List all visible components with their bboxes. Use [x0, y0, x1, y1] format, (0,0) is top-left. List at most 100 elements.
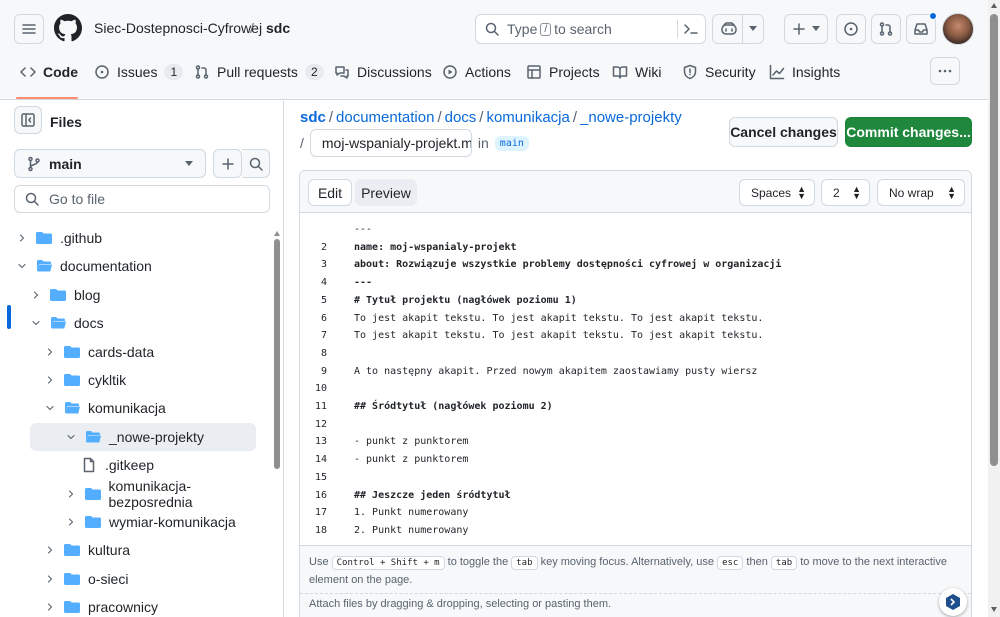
indent-mode-select[interactable]: Spaces ▲ ▼: [739, 179, 815, 206]
page-scrollbar-thumb[interactable]: [990, 14, 998, 466]
code-line[interactable]: 2. Punkt numerowany: [354, 525, 468, 536]
code-line[interactable]: A to następny akapit. Przed nowym akapit…: [354, 366, 757, 377]
scroll-up-icon[interactable]: [991, 3, 997, 8]
tree-item[interactable]: documentation: [0, 252, 270, 280]
kebab-horizontal-icon: [938, 69, 952, 73]
tab-edit[interactable]: Edit: [308, 179, 352, 206]
chevron-right-icon[interactable]: [42, 599, 58, 615]
breadcrumb-documentation[interactable]: documentation: [336, 109, 434, 126]
line-number: 3: [320, 259, 327, 271]
tree-item[interactable]: komunikacja-bezposrednia: [0, 478, 270, 510]
code-line[interactable]: To jest akapit tekstu. To jest akapit te…: [354, 330, 763, 341]
attach-files-area[interactable]: Attach files by dragging & dropping, sel…: [300, 593, 971, 617]
indent-size-value: 2: [833, 185, 840, 200]
tree-item[interactable]: blog: [0, 281, 270, 309]
inbox-button[interactable]: [906, 12, 937, 44]
tree-item[interactable]: .gitkeep: [0, 451, 270, 479]
chevron-right-icon[interactable]: [42, 344, 58, 360]
line-number: 12: [314, 418, 327, 430]
code-line[interactable]: - punkt z punktorem: [354, 454, 468, 465]
tree-item[interactable]: cards-data: [0, 338, 270, 366]
pull-requests-button[interactable]: [871, 14, 901, 44]
search-icon: [485, 22, 499, 36]
scroll-up-icon[interactable]: [274, 231, 280, 236]
chevron-down-icon[interactable]: [14, 258, 30, 274]
tab-issues[interactable]: Issues 1: [92, 56, 185, 88]
command-palette-icon[interactable]: [683, 21, 699, 37]
github-logo-icon[interactable]: [54, 14, 82, 42]
chevron-down-icon[interactable]: [63, 429, 79, 445]
add-file-button[interactable]: [213, 149, 242, 178]
filename-input[interactable]: moj-wspanialy-projekt.md: [309, 129, 472, 157]
wrap-mode-select[interactable]: No wrap ▲ ▼: [877, 179, 965, 206]
tree-item[interactable]: _nowe-projekty: [30, 422, 256, 451]
copilot-button[interactable]: [712, 14, 764, 44]
tab-wiki[interactable]: Wiki: [610, 56, 663, 88]
chevron-right-icon[interactable]: [63, 514, 79, 530]
tab-discussions[interactable]: Discussions: [332, 56, 434, 88]
issues-button[interactable]: [836, 14, 866, 44]
chevron-down-icon[interactable]: [28, 315, 44, 331]
help-text: Use: [309, 556, 329, 568]
collapse-sidebar-button[interactable]: [14, 106, 42, 134]
chevron-down-icon: [748, 26, 757, 31]
search-files-button[interactable]: [242, 149, 270, 178]
chevron-right-icon[interactable]: [63, 486, 79, 502]
folder-open-icon: [36, 258, 52, 274]
code-line[interactable]: 1. Punkt numerowany: [354, 507, 468, 518]
create-new-button[interactable]: [784, 14, 828, 44]
cancel-changes-button[interactable]: Cancel changes: [729, 117, 838, 147]
tree-item[interactable]: docs: [0, 309, 270, 337]
breadcrumb-repo[interactable]: sdc: [300, 109, 326, 126]
code-line[interactable]: name: moj-wspanialy-projekt: [354, 242, 517, 253]
commit-changes-button[interactable]: Commit changes...: [845, 117, 972, 147]
folder-open-icon: [64, 400, 80, 416]
code-line[interactable]: # Tytuł projektu (nagłówek poziomu 1): [354, 295, 577, 306]
org-link[interactable]: Siec-Dostepnosci-Cyfrowej: [94, 20, 262, 36]
tab-code[interactable]: Code: [18, 56, 80, 88]
breadcrumb-nowe-projekty[interactable]: _nowe-projekty: [580, 109, 682, 126]
code-line[interactable]: about: Rozwiązuje wszystkie problemy dos…: [354, 259, 781, 270]
tree-item[interactable]: komunikacja: [0, 394, 270, 422]
tree-item[interactable]: cykltik: [0, 366, 270, 394]
tree-item[interactable]: o-sieci: [0, 565, 270, 593]
chevron-right-icon[interactable]: [42, 542, 58, 558]
code-line[interactable]: - punkt z punktorem: [354, 436, 468, 447]
tab-security[interactable]: Security: [680, 56, 758, 88]
branch-selector[interactable]: main: [14, 149, 206, 178]
tab-insights[interactable]: Insights: [767, 56, 842, 88]
avatar[interactable]: [942, 13, 974, 45]
tab-projects[interactable]: Projects: [524, 56, 602, 88]
more-tabs-button[interactable]: [930, 57, 960, 85]
tree-item[interactable]: pracownicy: [0, 593, 270, 617]
code-line[interactable]: To jest akapit tekstu. To jest akapit te…: [354, 313, 763, 324]
code-line[interactable]: ## Śródtytuł (nagłówek poziomu 2): [354, 401, 553, 412]
sidebar-scrollbar-thumb[interactable]: [274, 239, 280, 469]
search-input[interactable]: Type / to search: [475, 14, 706, 44]
branch-tag: main: [494, 135, 529, 151]
indent-size-select[interactable]: 2 ▲ ▼: [821, 179, 870, 206]
tab-actions[interactable]: Actions: [440, 56, 513, 88]
menu-button[interactable]: [14, 14, 44, 44]
go-to-file-input[interactable]: Go to file: [14, 185, 270, 213]
tree-item[interactable]: kultura: [0, 536, 270, 564]
chevron-right-icon[interactable]: [42, 372, 58, 388]
tab-pull-requests[interactable]: Pull requests 2: [192, 56, 326, 88]
code-line[interactable]: ---: [354, 224, 372, 235]
chevron-right-icon[interactable]: [14, 230, 30, 246]
scroll-down-icon[interactable]: [991, 607, 997, 612]
breadcrumb-docs[interactable]: docs: [445, 109, 477, 126]
code-area[interactable]: --- 2 name: moj-wspanialy-projekt 3 about: R…: [300, 214, 971, 544]
code-line[interactable]: ## Jeszcze jeden śródtytuł: [354, 490, 511, 501]
repo-link[interactable]: sdc: [266, 20, 290, 36]
tree-item[interactable]: wymiar-komunikacja: [0, 508, 270, 536]
chevron-right-icon[interactable]: [42, 571, 58, 587]
copilot-chat-button[interactable]: [939, 588, 967, 616]
chevron-right-icon[interactable]: [28, 287, 44, 303]
chevron-down-icon[interactable]: [42, 400, 58, 416]
breadcrumb-komunikacja[interactable]: komunikacja: [486, 109, 569, 126]
tree-item[interactable]: .github: [0, 224, 270, 252]
tab-preview[interactable]: Preview: [355, 179, 417, 206]
line-number: 14: [314, 454, 327, 466]
code-line[interactable]: ---: [354, 277, 372, 288]
